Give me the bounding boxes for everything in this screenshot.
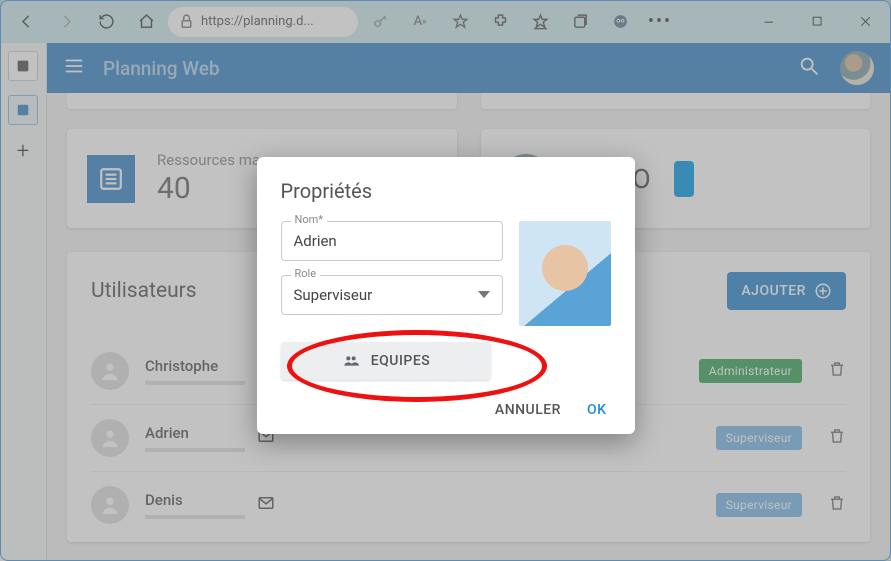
name-label: Nom* <box>291 213 328 226</box>
role-select[interactable]: Superviseur <box>281 275 503 315</box>
group-icon <box>341 353 361 369</box>
teams-button[interactable]: EQUIPES <box>281 342 491 380</box>
name-field-wrap: Nom* <box>281 221 503 261</box>
teams-label: EQUIPES <box>371 353 431 369</box>
properties-modal: Propriétés Nom* Role Superviseur EQUIPES… <box>257 157 635 434</box>
ok-button[interactable]: OK <box>587 402 607 418</box>
modal-title: Propriétés <box>281 179 611 203</box>
cancel-button[interactable]: ANNULER <box>495 402 561 418</box>
role-field-wrap: Role Superviseur <box>281 275 503 315</box>
chevron-down-icon <box>478 291 490 298</box>
user-photo[interactable] <box>519 221 611 326</box>
role-value: Superviseur <box>294 286 373 304</box>
name-input[interactable] <box>281 221 503 261</box>
role-label: Role <box>291 267 321 280</box>
